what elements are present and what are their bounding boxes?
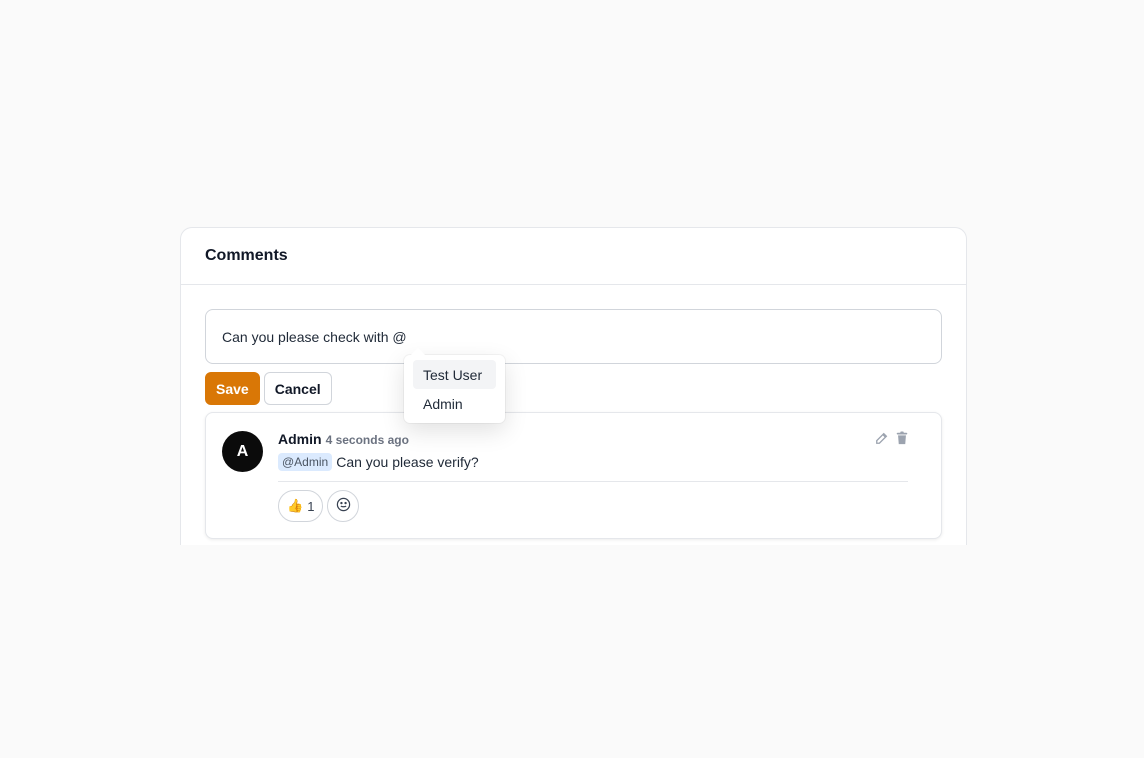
edit-icon[interactable]: [875, 431, 889, 445]
comment-text: Can you please verify?: [336, 454, 479, 470]
comment-body: @Admin Can you please verify?: [278, 453, 479, 471]
comment-author: Admin: [278, 431, 322, 447]
smiley-icon: [336, 497, 351, 515]
comment-input-text: Can you please check with @: [222, 328, 407, 345]
comment-item: A Admin 4 seconds ago @Admin Can you ple…: [205, 412, 942, 539]
comment-divider: [278, 481, 908, 482]
mention-tag[interactable]: @Admin: [278, 453, 333, 471]
cancel-button[interactable]: Cancel: [263, 372, 332, 405]
editor-actions: Save Cancel: [205, 372, 332, 405]
add-reaction-button[interactable]: [327, 490, 360, 522]
comments-title: Comments: [205, 247, 288, 264]
comments-header: Comments: [181, 228, 966, 285]
mention-dropdown: Test User Admin: [404, 355, 505, 423]
comments-card: Comments Can you please check with @ Sav…: [180, 227, 967, 545]
reaction-count: 1: [307, 498, 315, 514]
comment-timestamp: 4 seconds ago: [325, 433, 409, 447]
thumbs-up-icon: 👍: [287, 498, 304, 513]
mention-option-test-user[interactable]: Test User: [413, 360, 496, 389]
reactions-bar: 👍 1: [278, 490, 360, 522]
reaction-thumbs-up[interactable]: 👍 1: [278, 490, 324, 522]
save-button[interactable]: Save: [205, 372, 260, 405]
avatar: A: [222, 431, 263, 472]
mention-option-admin[interactable]: Admin: [413, 389, 496, 418]
trash-icon[interactable]: [895, 431, 909, 445]
comment-meta: Admin 4 seconds ago: [278, 431, 409, 447]
comment-tools: [875, 431, 909, 445]
comment-input[interactable]: Can you please check with @: [205, 309, 942, 364]
